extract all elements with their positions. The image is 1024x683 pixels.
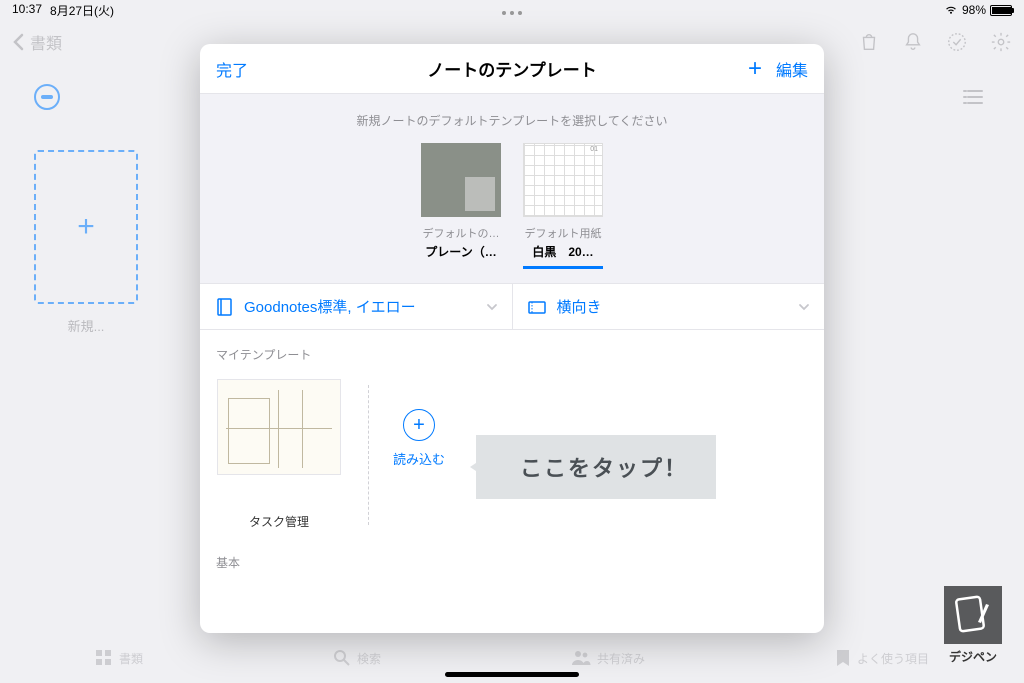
dt-value: 白黒 20… [523,243,603,260]
watermark-icon [944,586,1002,644]
add-template-button[interactable]: + [748,55,762,83]
list-view-icon[interactable] [962,88,984,111]
battery-percent: 98% [962,3,986,17]
import-label: 読み込む [393,449,445,468]
checkmark-circle-icon[interactable] [946,31,968,53]
watermark-label: デジペン [949,650,997,664]
modal-header: 完了 ノートのテンプレート + 編集 [200,44,824,94]
chevron-down-icon [486,303,498,311]
modal-title: ノートのテンプレート [427,56,597,81]
tab-label: よく使う項目 [857,650,929,667]
default-cover-item[interactable]: デフォルトの… プレーン（… [421,143,501,269]
template-thumb [217,379,341,475]
home-indicator[interactable] [445,672,579,677]
multitask-dots[interactable] [502,11,522,15]
divider [368,385,369,525]
edit-button[interactable]: 編集 [776,57,808,81]
tab-search[interactable]: 検索 [333,649,381,667]
paper-thumb [523,143,603,217]
chevron-down-icon [798,303,810,311]
select-icon[interactable] [34,84,60,110]
bag-icon[interactable] [858,31,880,53]
orientation-icon [527,297,547,317]
people-icon [571,650,591,666]
gear-icon[interactable] [990,31,1012,53]
wifi-icon [944,5,958,15]
cover-selector[interactable]: Goodnotes標準, イエロー [200,284,513,329]
bell-icon[interactable] [902,31,924,53]
chevron-left-icon [12,33,24,51]
default-paper-item[interactable]: デフォルト用紙 白黒 20… [523,143,603,269]
dt-value: プレーン（… [421,243,501,260]
orientation-selector[interactable]: 横向き [513,284,825,329]
back-button[interactable]: 書類 [12,30,62,54]
status-time: 10:37 [12,2,42,19]
tab-shared[interactable]: 共有済み [571,650,645,667]
my-templates-label: マイテンプレート [214,330,810,371]
done-button[interactable]: 完了 [216,57,248,81]
tab-label: 書類 [119,650,143,667]
watermark: デジペン [944,586,1002,665]
search-icon [333,649,351,667]
tab-favorites[interactable]: よく使う項目 [835,649,929,667]
cover-value: Goodnotes標準, イエロー [244,296,416,317]
template-item[interactable]: タスク管理 [214,379,344,530]
bookmark-icon [835,649,851,667]
battery-icon [990,5,1012,16]
new-note-button[interactable]: + [34,150,138,304]
plus-circle-icon: + [403,409,435,441]
status-date: 8月27日(火) [50,2,114,19]
dt-label: デフォルト用紙 [523,225,603,241]
callout-annotation: ここをタップ！ [476,435,716,499]
grid-icon [95,649,113,667]
cover-thumb [421,143,501,217]
orientation-value: 横向き [557,296,602,317]
back-label: 書類 [30,30,62,54]
template-name: タスク管理 [214,513,344,530]
selector-row: Goodnotes標準, イエロー 横向き [200,284,824,330]
new-label: 新規... [34,316,138,335]
tab-documents[interactable]: 書類 [95,649,143,667]
dt-label: デフォルトの… [421,225,501,241]
default-section: 新規ノートのデフォルトテンプレートを選択してください デフォルトの… プレーン（… [200,94,824,284]
status-bar: 10:37 8月27日(火) 98% [0,0,1024,20]
import-button[interactable]: + 読み込む [393,409,445,468]
tab-label: 検索 [357,650,381,667]
template-modal: 完了 ノートのテンプレート + 編集 新規ノートのデフォルトテンプレートを選択し… [200,44,824,633]
bg-sidebar: + 新規... [34,84,138,335]
tab-label: 共有済み [597,650,645,667]
basic-label: 基本 [214,538,810,579]
notebook-icon [214,297,234,317]
default-hint: 新規ノートのデフォルトテンプレートを選択してください [200,112,824,129]
